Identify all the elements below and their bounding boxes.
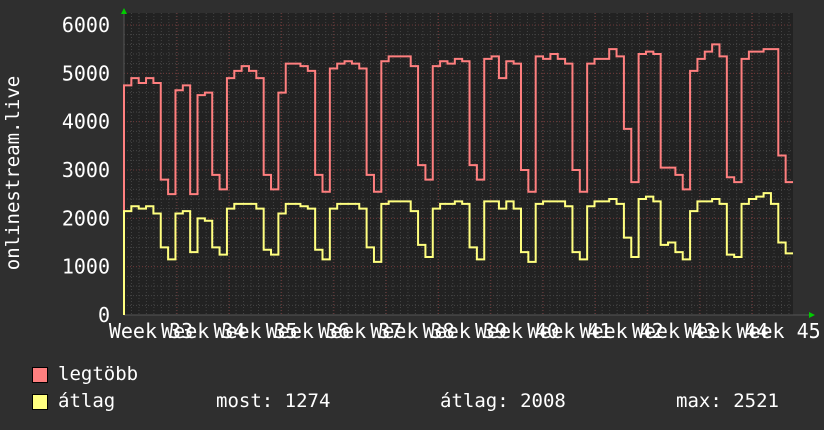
y-tick-label: 5000 [62, 61, 110, 85]
y-axis-arrow-icon [121, 8, 127, 14]
y-tick-label: 4000 [62, 110, 110, 134]
y-tick-label: 2000 [62, 206, 110, 230]
stat-average: átlag: 2008 [440, 390, 566, 412]
legend-label-avg: átlag [58, 390, 116, 412]
stat-max: max: 2521 [676, 390, 779, 412]
legend-swatch-max [32, 367, 48, 383]
x-tick-label: Week 45 [736, 319, 820, 343]
y-tick-label: 3000 [62, 158, 110, 182]
y-tick-label: 1000 [62, 255, 110, 279]
legend-label-max: legtöbb [58, 363, 139, 385]
x-axis-arrow-icon [809, 312, 815, 318]
y-axis-label: onlinestream.live [2, 76, 24, 270]
y-tick-label: 6000 [62, 13, 110, 37]
legend-swatch-avg [32, 394, 48, 410]
stat-now: most: 1274 [216, 390, 331, 412]
